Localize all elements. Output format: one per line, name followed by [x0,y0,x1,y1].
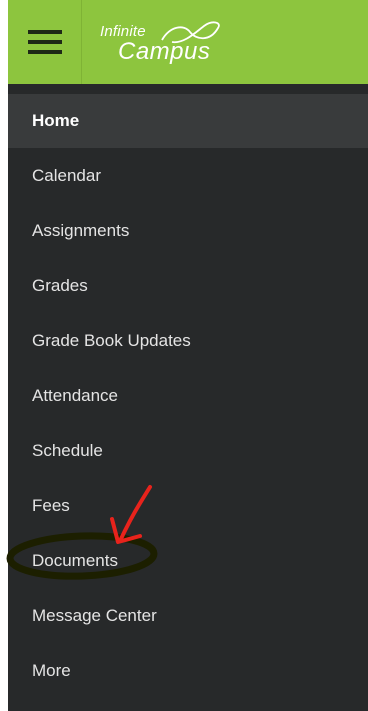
sidebar-item-documents[interactable]: Documents [8,533,368,588]
sidebar-item-assignments[interactable]: Assignments [8,203,368,258]
sidebar-item-grades[interactable]: Grades [8,258,368,313]
sidebar-nav: Home Calendar Assignments Grades Grade B… [8,94,368,698]
sidebar-item-message-center[interactable]: Message Center [8,588,368,643]
hamburger-menu-icon [28,30,62,54]
sidebar-item-grade-book-updates[interactable]: Grade Book Updates [8,313,368,368]
sidebar-item-schedule[interactable]: Schedule [8,423,368,478]
sidebar-item-home[interactable]: Home [8,94,368,148]
menu-button[interactable] [8,0,82,84]
logo-text-bottom: Campus [118,38,211,65]
top-bar: Infinite Campus [8,0,368,84]
sidebar-item-fees[interactable]: Fees [8,478,368,533]
infinite-campus-logo[interactable]: Infinite Campus [100,18,250,72]
sidebar-item-calendar[interactable]: Calendar [8,148,368,203]
sidebar-item-attendance[interactable]: Attendance [8,368,368,423]
app-frame: Infinite Campus Home Calendar Assignment… [8,0,368,711]
sidebar-item-more[interactable]: More [8,643,368,698]
